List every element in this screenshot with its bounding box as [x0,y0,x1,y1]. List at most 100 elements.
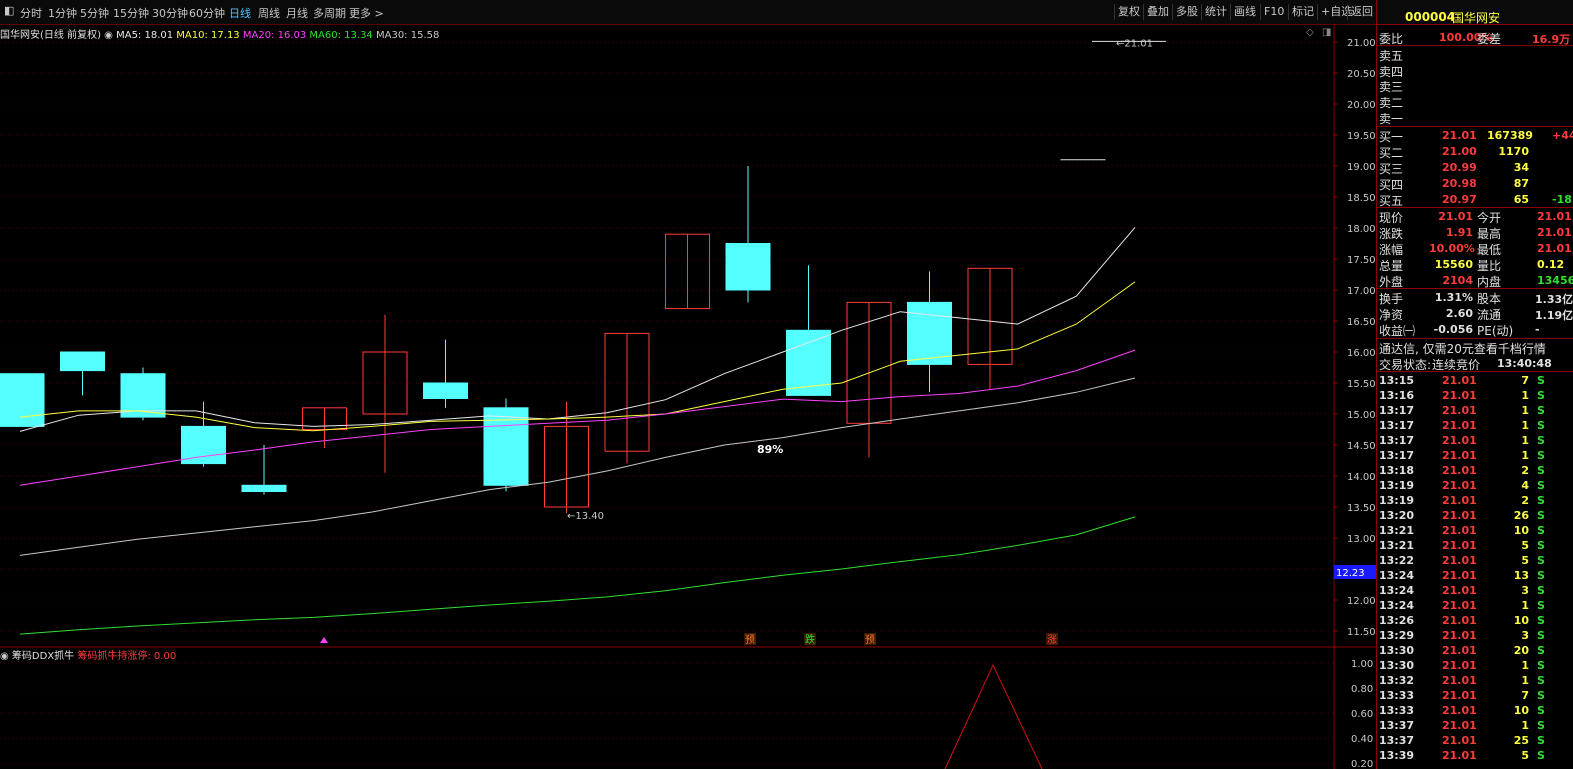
buy-volume: 65 [1513,193,1529,206]
tick-side: S [1537,704,1545,717]
tick-side: S [1537,539,1545,552]
tick-time: 13:26 [1379,614,1415,627]
tick-side: S [1537,734,1545,747]
tick-volume: 1 [1521,404,1529,417]
tick-price: 21.01 [1442,629,1477,642]
tick-time: 13:37 [1379,719,1415,732]
ma10-value: MA10: 17.13 [176,30,240,41]
tick-side: S [1537,569,1545,582]
buy-volume: 34 [1513,161,1529,174]
toolbar-button[interactable]: 复权 [1114,4,1143,20]
tick-time: 13:33 [1379,704,1415,717]
price-axis-label: 17.50 [1347,255,1376,266]
tick-price: 21.01 [1442,644,1477,657]
tick-time: 13:17 [1379,434,1415,447]
diamond-icon[interactable]: ◇ [1306,27,1314,38]
tick-time: 13:17 [1379,404,1415,417]
period-tab[interactable]: 15分钟 [113,5,149,21]
tick-price: 21.01 [1442,659,1477,672]
toolbar-button[interactable]: 多股 [1172,4,1201,20]
tick-time: 13:24 [1379,569,1415,582]
stat-label: 涨幅 [1379,243,1404,257]
tick-price: 21.01 [1442,479,1477,492]
period-tab[interactable]: 30分钟 [152,5,188,21]
tick-side: S [1537,479,1545,492]
indicator-axis-label: 0.40 [1351,734,1373,745]
tick-price: 21.01 [1442,524,1477,537]
panel-toggle-icon[interactable]: ◧ [4,4,14,17]
period-tab[interactable]: 更多 > [349,5,384,21]
stat-label: 量比 [1477,259,1502,273]
tick-side: S [1537,584,1545,597]
candle-body [725,243,771,291]
tick-time: 13:18 [1379,464,1415,477]
period-tab[interactable]: 分时 [20,5,42,21]
expand-icon[interactable]: ◨ [1322,27,1331,38]
tick-time: 13:39 [1379,749,1415,762]
buy-price: 21.01 [1442,129,1477,142]
tick-side: S [1537,449,1545,462]
stock-name: 国华网安 [0,30,40,41]
tick-side: S [1537,374,1545,387]
low-price-label: ←13.40 [567,511,604,522]
promo-link[interactable]: 通达信, 仅需20元查看千档行情 [1379,340,1546,356]
settings-icon[interactable]: ◉ [104,30,113,41]
buy-price: 21.00 [1442,145,1477,158]
tick-volume: 1 [1521,719,1529,732]
trade-time: 13:40:48 [1497,357,1552,370]
tick-time: 13:17 [1379,419,1415,432]
kline-chart[interactable]: 21.00 20.50 20.00 19.50 19.00 18.50 18.00 17.50… [0,25,1376,769]
tick-price: 21.01 [1442,599,1477,612]
price-axis-label: 17.00 [1347,286,1376,297]
period-tab[interactable]: 5分钟 [80,5,109,21]
tick-volume: 5 [1521,749,1529,762]
toolbar-button[interactable]: 标记 [1288,4,1317,20]
toolbar-button[interactable]: 返回 [1347,4,1376,20]
indicator-name: 筹码DDX抓牛 [11,651,75,662]
stat-label: 股本 [1477,292,1502,306]
indicator-line [944,663,1043,769]
price-axis-label: 13.50 [1347,503,1376,514]
period-tab[interactable]: 日线 [229,5,251,21]
tick-side: S [1537,749,1545,762]
stat-value: 21.01 [1537,210,1572,223]
tick-time: 13:37 [1379,734,1415,747]
buy-price: 20.98 [1442,177,1477,190]
tick-side: S [1537,674,1545,687]
toolbar-button[interactable]: 画线 [1230,4,1259,20]
chart-info-line: 国华网安(日线 前复权) ◉ MA5: 18.01 MA10: 17.13 MA… [0,26,439,41]
signal-label: 涨 [1047,634,1057,646]
candle-body [907,301,952,365]
tick-volume: 20 [1513,644,1529,657]
tick-price: 21.01 [1442,509,1477,522]
stat-value: 1.31% [1434,291,1473,304]
price-axis-label: 16.50 [1347,317,1376,328]
toolbar-button[interactable]: F10 [1260,4,1287,20]
period-tab[interactable]: 月线 [286,5,308,21]
tick-time: 13:33 [1379,689,1415,702]
indicator-axis-label: 0.20 [1351,759,1373,769]
tick-price: 21.01 [1442,434,1477,447]
tick-volume: 1 [1521,659,1529,672]
marker-triangle [320,637,328,643]
tick-price: 21.01 [1442,734,1477,747]
tick-side: S [1537,419,1545,432]
period-tab[interactable]: 多周期 [313,5,346,21]
period-tab[interactable]: 60分钟 [189,5,225,21]
tick-time: 13:24 [1379,599,1415,612]
signal-label: 预 [745,634,755,646]
stat-label: 最高 [1477,227,1502,241]
stat-label: 内盘 [1477,275,1502,289]
price-axis-label: 19.00 [1347,162,1376,173]
tick-volume: 1 [1521,449,1529,462]
toolbar-button[interactable]: 统计 [1201,4,1230,20]
tick-volume: 1 [1521,419,1529,432]
divider [1377,288,1573,289]
tick-price: 21.01 [1442,404,1477,417]
toolbar-button[interactable]: 叠加 [1143,4,1172,20]
period-tab[interactable]: 周线 [258,5,280,21]
indicator-toggle-icon[interactable]: ◉ [0,651,9,662]
period-tab[interactable]: 1分钟 [48,5,77,21]
ma60-line [19,516,1136,635]
tick-volume: 3 [1521,629,1529,642]
